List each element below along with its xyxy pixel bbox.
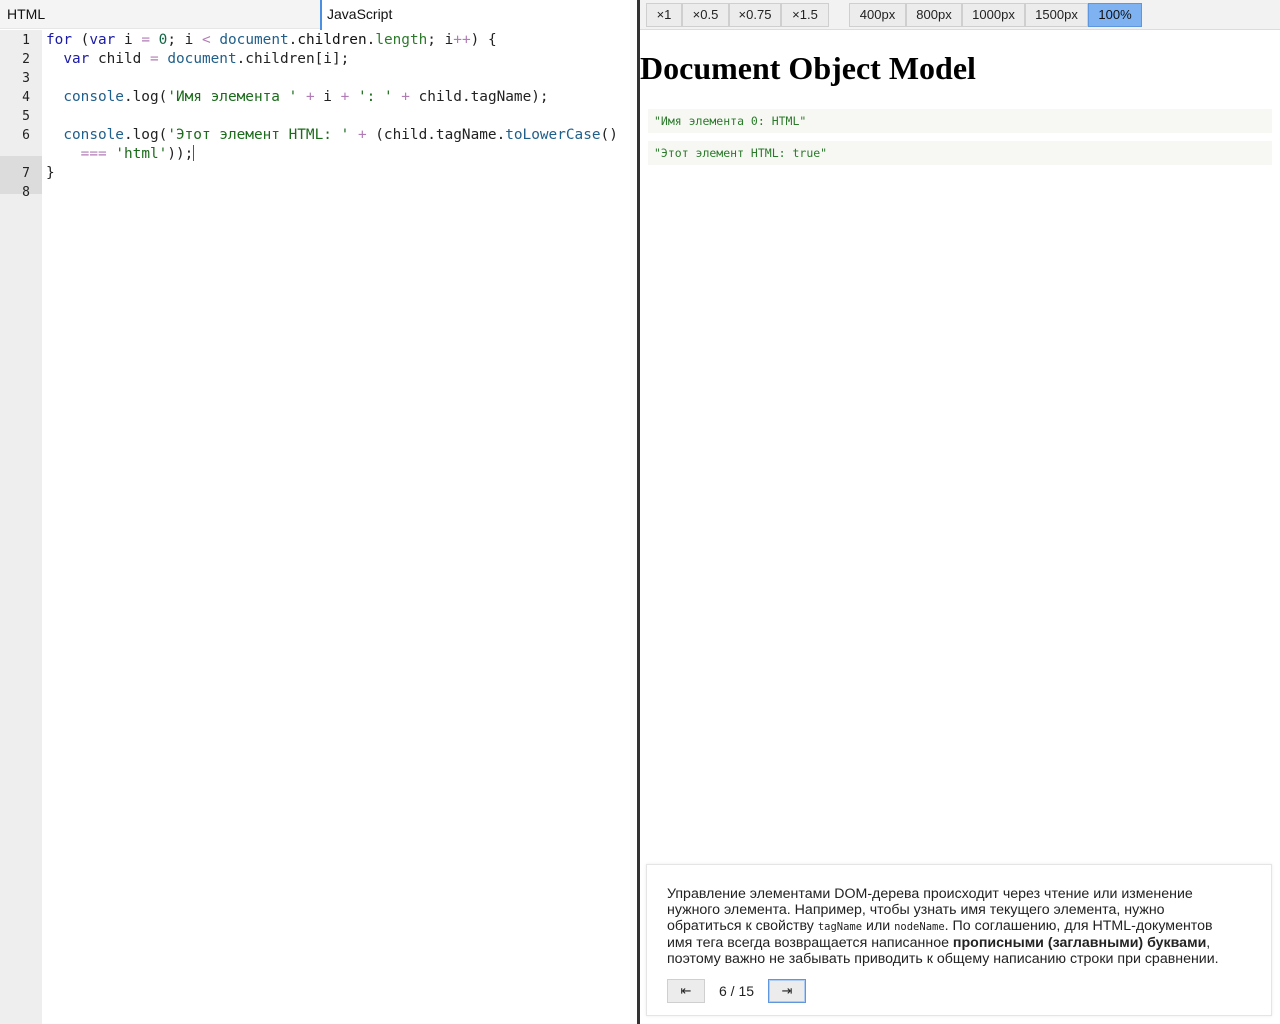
tab-html[interactable]: HTML <box>0 0 320 29</box>
speed-x0.5-button[interactable]: ×0.5 <box>682 3 729 27</box>
lesson-bold-text: прописными (заглавными) буквами <box>952 935 1207 951</box>
editor-tabs: HTML JavaScript <box>0 0 637 30</box>
speed-x1-button[interactable]: ×1 <box>646 3 682 27</box>
lesson-text: Управление элементами DOM-дерева происхо… <box>667 886 1237 967</box>
width-100pct-button[interactable]: 100% <box>1088 3 1142 27</box>
code-tagname: tagName <box>817 921 863 933</box>
code-line-4: console.log('Имя элемента ' + i + ': ' +… <box>63 89 549 105</box>
console-log-line: "Этот элемент HTML: true" <box>648 141 1272 165</box>
line-number: 5 <box>22 109 30 124</box>
code-line-6-wrap: === 'html')); <box>80 145 195 162</box>
editor-pane: HTML JavaScript 1 2 3 4 5 6 7 8 for (var… <box>0 0 637 1024</box>
lesson-text-part: или <box>862 918 895 934</box>
line-number: 2 <box>22 52 30 67</box>
line-number-gutter: 1 2 3 4 5 6 7 8 <box>0 30 42 1024</box>
line-number: 8 <box>22 185 30 200</box>
line-number: 4 <box>22 90 30 105</box>
code-line-2: var child = document.children[i]; <box>63 51 350 67</box>
line-number: 7 <box>22 166 30 181</box>
preview-heading: Document Object Model <box>640 50 976 86</box>
text-cursor <box>193 145 195 161</box>
line-number: 1 <box>22 33 30 48</box>
width-1500-button[interactable]: 1500px <box>1025 3 1088 27</box>
preview-pane: ×1 ×0.5 ×0.75 ×1.5 400px 800px 1000px 15… <box>640 0 1280 1024</box>
width-800-button[interactable]: 800px <box>906 3 962 27</box>
code-line-7: } <box>46 165 55 181</box>
speed-x0.75-button[interactable]: ×0.75 <box>729 3 781 27</box>
console-log-line: "Имя элемента 0: HTML" <box>648 109 1272 133</box>
previous-step-button[interactable]: ⇤ <box>667 979 705 1003</box>
preview-toolbar: ×1 ×0.5 ×0.75 ×1.5 400px 800px 1000px 15… <box>640 0 1280 30</box>
tab-javascript[interactable]: JavaScript <box>320 0 637 30</box>
lesson-panel: Управление элементами DOM-дерева происхо… <box>646 864 1272 1016</box>
step-counter: 6 / 15 <box>719 983 755 999</box>
next-step-button[interactable]: ⇥ <box>768 979 806 1003</box>
app-window: HTML JavaScript 1 2 3 4 5 6 7 8 for (var… <box>0 0 1280 1024</box>
width-400-button[interactable]: 400px <box>849 3 906 27</box>
code-line-6: console.log('Этот элемент HTML: ' + (chi… <box>63 127 618 143</box>
width-1000-button[interactable]: 1000px <box>962 3 1025 27</box>
line-number: 3 <box>22 71 30 86</box>
code-nodename: nodeName <box>894 921 945 933</box>
line-number: 6 <box>22 128 30 143</box>
code-line-1: for (var i = 0; i < document.children.le… <box>46 32 497 48</box>
speed-x1.5-button[interactable]: ×1.5 <box>781 3 829 27</box>
